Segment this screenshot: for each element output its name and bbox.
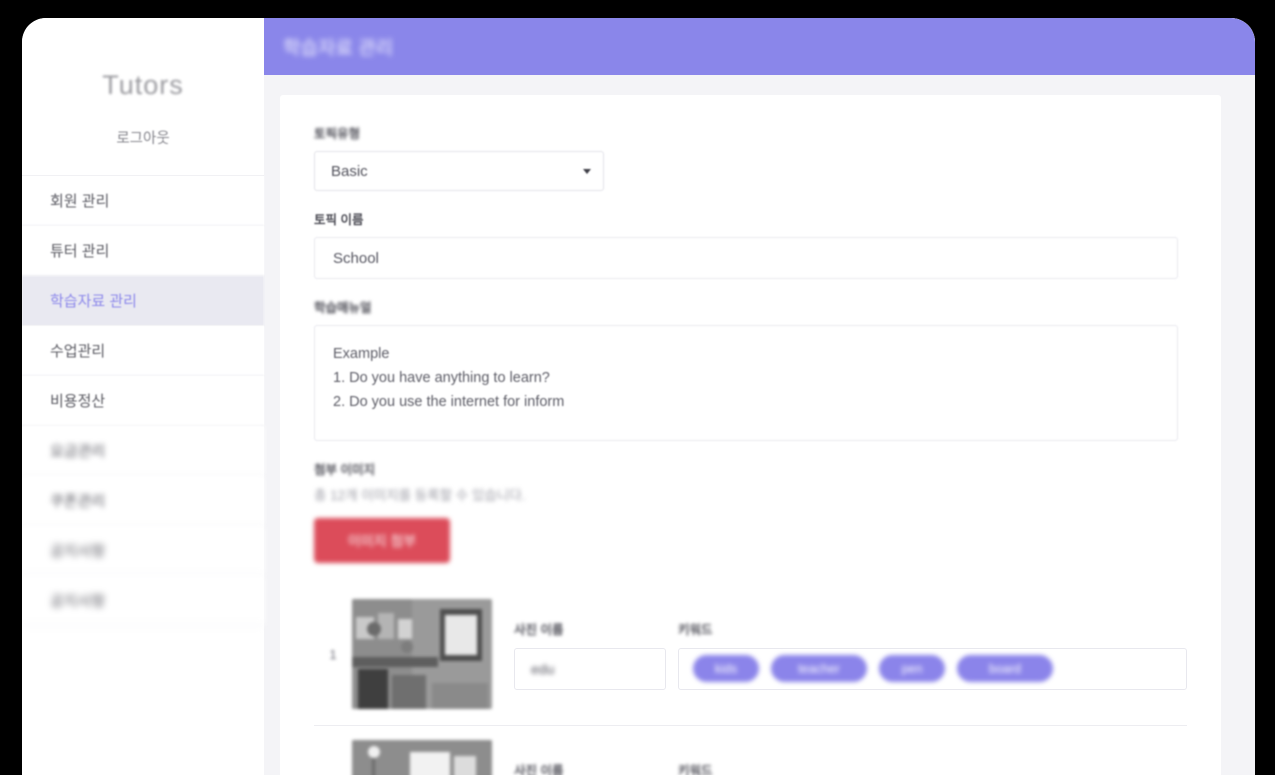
keyword-chip[interactable]: kids xyxy=(693,655,759,682)
sidebar-item-coupon-management[interactable]: 쿠폰관리 xyxy=(22,476,264,526)
sidebar-item-label: 공지사항 xyxy=(50,593,106,610)
brand-title: Tutors xyxy=(102,70,184,100)
table-row: 1 사진 이름 edu 키워드 kids teacher pen board xyxy=(314,585,1187,726)
thumbnail-image xyxy=(352,740,492,775)
photo-keyword-label: 키워드 xyxy=(678,622,713,637)
table-row: 2 xyxy=(314,726,1187,775)
logout-link[interactable]: 로그아웃 xyxy=(116,131,169,147)
learning-manual-textarea[interactable]: Example 1. Do you have anything to learn… xyxy=(314,325,1178,441)
form-card: 토픽유형 Basic 토픽 이름 School 학습매뉴얼 Example 1.… xyxy=(280,95,1221,775)
content-scroll-area[interactable]: 토픽유형 Basic 토픽 이름 School 학습매뉴얼 Example 1.… xyxy=(264,75,1255,775)
field-learning-manual: 학습매뉴얼 Example 1. Do you have anything to… xyxy=(314,297,1187,441)
photo-name-label: 사진 이름 xyxy=(514,763,564,775)
learning-manual-label: 학습매뉴얼 xyxy=(314,301,372,315)
topic-type-label: 토픽유형 xyxy=(314,127,361,141)
sidebar-nav: 회원 관리 튜터 관리 학습자료 관리 수업관리 비용정산 요금관리 쿠폰관리 … xyxy=(22,176,264,626)
photo-thumbnail[interactable] xyxy=(352,599,492,709)
sidebar-item-class-management[interactable]: 수업관리 xyxy=(22,326,264,376)
page-header: 학습자료 관리 xyxy=(264,18,1255,75)
photo-keyword-label: 키워드 xyxy=(678,763,713,775)
photo-thumbnail[interactable] xyxy=(352,740,492,775)
sidebar: Tutors 로그아웃 회원 관리 튜터 관리 학습자료 관리 수업관리 비용정… xyxy=(22,18,264,775)
row-fields: 사진 이름 edu 키워드 kids teacher pen boar xyxy=(514,760,1187,775)
photo-name-value: edu xyxy=(531,660,555,677)
attach-image-button-label: 이미지 첨부 xyxy=(347,532,417,549)
sidebar-item-tutor-management[interactable]: 튜터 관리 xyxy=(22,226,264,276)
chevron-down-icon xyxy=(583,168,591,174)
photo-name-col: 사진 이름 edu xyxy=(514,619,666,690)
sidebar-item-label: 공지사항 xyxy=(50,543,106,560)
keyword-chip[interactable]: pen xyxy=(879,655,945,682)
manual-line: 1. Do you have anything to learn? xyxy=(333,370,550,386)
topic-type-value: Basic xyxy=(331,162,368,180)
sidebar-item-label: 튜터 관리 xyxy=(50,243,110,260)
topic-type-select[interactable]: Basic xyxy=(314,151,604,191)
photo-keywords-box[interactable]: kids teacher pen board xyxy=(678,647,1187,690)
sidebar-item-label: 쿠폰관리 xyxy=(50,493,106,510)
photo-name-label: 사진 이름 xyxy=(514,622,564,637)
app-window: Tutors 로그아웃 회원 관리 튜터 관리 학습자료 관리 수업관리 비용정… xyxy=(22,18,1255,775)
field-topic-type: 토픽유형 Basic xyxy=(314,123,1187,191)
sidebar-item-notice-1[interactable]: 공지사항 xyxy=(22,526,264,576)
manual-line: 2. Do you use the internet for inform xyxy=(333,394,565,410)
topic-name-label: 토픽 이름 xyxy=(314,213,364,227)
sidebar-item-notice-2[interactable]: 공지사항 xyxy=(22,576,264,626)
sidebar-item-label: 학습자료 관리 xyxy=(50,293,137,310)
keyword-chip[interactable]: teacher xyxy=(771,655,867,682)
sidebar-item-member-management[interactable]: 회원 관리 xyxy=(22,176,264,226)
logout-row: 로그아웃 xyxy=(22,101,264,176)
keyword-chip[interactable]: board xyxy=(957,655,1053,682)
field-attachment: 첨부 이미지 총 12개 이미지를 등록할 수 있습니다. 이미지 첨부 xyxy=(314,459,1187,563)
thumbnail-image xyxy=(352,599,492,709)
manual-line: Example xyxy=(333,346,390,362)
sidebar-item-label: 요금관리 xyxy=(50,443,106,460)
page-title: 학습자료 관리 xyxy=(283,38,394,59)
sidebar-item-label: 수업관리 xyxy=(50,343,106,360)
photo-name-col: 사진 이름 edu xyxy=(514,760,666,775)
sidebar-item-label: 회원 관리 xyxy=(50,193,110,210)
sidebar-item-fee-management[interactable]: 요금관리 xyxy=(22,426,264,476)
field-topic-name: 토픽 이름 School xyxy=(314,209,1187,279)
photo-keywords-col: 키워드 kids teacher pen board xyxy=(678,760,1187,775)
row-index: 1 xyxy=(329,646,337,662)
sidebar-item-label: 비용정산 xyxy=(50,393,106,410)
main-area: 학습자료 관리 토픽유형 Basic 토픽 이름 School 학습매뉴얼 Ex… xyxy=(264,18,1255,775)
sidebar-item-learning-materials[interactable]: 학습자료 관리 xyxy=(22,276,264,326)
topic-name-value: School xyxy=(333,249,379,267)
photo-name-input[interactable]: edu xyxy=(514,647,666,690)
topic-name-input[interactable]: School xyxy=(314,237,1178,279)
row-fields: 사진 이름 edu 키워드 kids teacher pen boar xyxy=(514,619,1187,690)
attachment-help-text: 총 12개 이미지를 등록할 수 있습니다. xyxy=(314,488,526,503)
attach-image-button[interactable]: 이미지 첨부 xyxy=(314,518,450,563)
photo-keywords-col: 키워드 kids teacher pen board xyxy=(678,619,1187,690)
sidebar-item-cost-settlement[interactable]: 비용정산 xyxy=(22,376,264,426)
attachment-label: 첨부 이미지 xyxy=(314,463,375,477)
